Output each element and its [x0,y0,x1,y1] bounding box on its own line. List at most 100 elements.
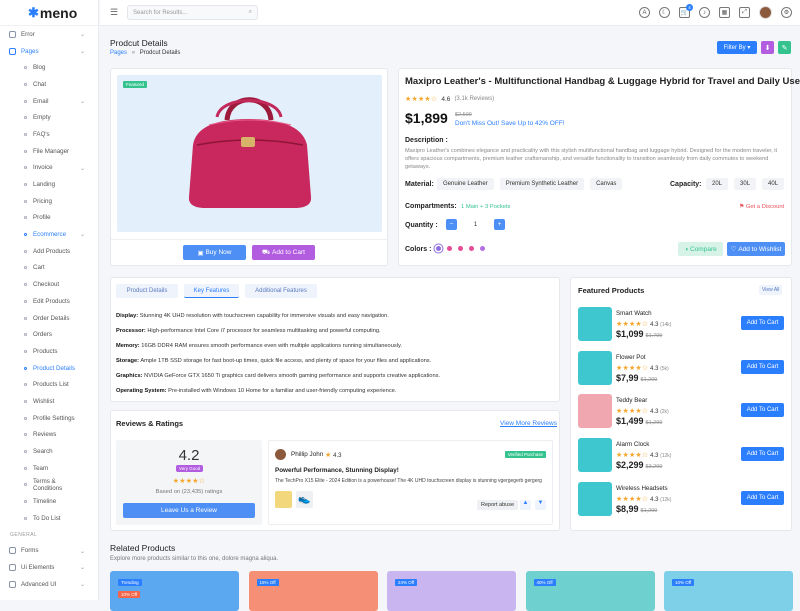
compare-button[interactable]: ◑ Compare [678,242,723,256]
color-swatch[interactable] [469,246,474,251]
sidebar-item-profile[interactable]: Profile [0,210,98,227]
cart-icon[interactable]: 🛒 4 [679,4,693,18]
add-to-cart-button[interactable]: ⛟ Add to Cart [252,245,315,260]
featured-product-name[interactable]: Alarm Clock [616,441,649,448]
quantity-decrease-button[interactable]: − [446,219,457,230]
review-photo[interactable]: 👟 [296,491,313,508]
featured-product-image[interactable] [578,394,612,429]
sidebar-item-products[interactable]: Products [0,343,98,360]
search-input[interactable]: Search for Results... ⌕ [127,5,258,20]
sidebar-item-ui-elements[interactable]: Ui Elements ⌄ [0,559,98,576]
view-more-reviews-link[interactable]: View More Reviews [500,420,557,427]
add-to-cart-button[interactable]: Add To Cart [741,359,784,374]
featured-product-image[interactable] [578,350,612,385]
featured-product-image[interactable] [578,481,612,516]
related-product-card[interactable]: 10% Off [664,571,793,611]
sidebar-item-search[interactable]: Search [0,443,98,460]
material-option[interactable]: Genuine Leather [437,178,494,190]
gear-icon[interactable]: ⚙ [781,7,792,18]
sidebar-item-products-list[interactable]: Products List [0,376,98,393]
language-icon[interactable]: A [639,7,650,18]
color-swatch[interactable] [458,246,463,251]
sidebar-item-empty[interactable]: Empty [0,109,98,126]
breadcrumb-parent[interactable]: Pages [110,50,127,56]
sidebar-item-advanced-ui[interactable]: Advanced UI ⌄ [0,576,98,593]
sidebar-item-wishlist[interactable]: Wishlist [0,393,98,410]
spec-value: Pre-installed with Windows 10 Home for a… [168,388,397,394]
add-to-cart-button[interactable]: Add To Cart [741,316,784,330]
sidebar-item-order-details[interactable]: Order Details [0,310,98,327]
sidebar-item-reviews[interactable]: Reviews [0,427,98,444]
color-swatch[interactable] [436,246,441,251]
sidebar-item-checkout[interactable]: Checkout [0,276,98,293]
brand-logo[interactable]: ✱ meno [0,0,98,26]
sidebar-item-to-do-list[interactable]: To Do List [0,510,98,527]
sidebar-item-error[interactable]: Error ⌄ [0,26,98,43]
leave-review-button[interactable]: Leave Us a Review [123,503,255,518]
tab-key-features[interactable]: Key Features [184,284,239,298]
featured-product-image[interactable] [578,307,612,341]
report-abuse-button[interactable]: Report abuse [477,500,519,510]
sidebar-item-ecommerce[interactable]: Ecommerce ⌄ [0,226,98,243]
view-all-button[interactable]: View All [759,285,783,295]
sidebar-item-product-details[interactable]: Product Details [0,360,98,377]
fullscreen-icon[interactable]: ⤢ [739,7,750,18]
featured-product-name[interactable]: Wireless Headsets [616,485,668,492]
featured-product-image[interactable] [578,438,612,473]
sidebar-item-edit-products[interactable]: Edit Products [0,293,98,310]
material-option[interactable]: Canvas [590,178,623,190]
color-swatch[interactable] [480,246,485,251]
sidebar-item-blog[interactable]: Blog [0,59,98,76]
sidebar-item-email[interactable]: Email ⌄ [0,93,98,110]
thumbs-up-icon[interactable]: ▲ [520,500,531,510]
related-product-card[interactable]: 24% Off [387,571,516,611]
featured-product-name[interactable]: Flower Pot [616,354,646,361]
capacity-option[interactable]: 30L [734,178,757,190]
color-swatch[interactable] [447,246,452,251]
capacity-option[interactable]: 20L [706,178,729,190]
sidebar-item-pricing[interactable]: Pricing [0,193,98,210]
sidebar-item-orders[interactable]: Orders [0,326,98,343]
sidebar-item-team[interactable]: Team [0,460,98,477]
tab-product-details[interactable]: Product Details [116,284,178,298]
related-product-card[interactable]: 15% Off [248,571,378,611]
discount-link[interactable]: ⚑ Get a Discount [739,204,784,210]
edit-button[interactable]: ✎ [778,41,791,54]
quantity-increase-button[interactable]: + [494,219,505,230]
capacity-option[interactable]: 40L [762,178,785,190]
sidebar-item-terms-conditions[interactable]: Terms & Conditions [0,477,98,494]
avatar[interactable] [759,6,772,19]
filter-button[interactable]: Filter By ▾ [717,41,757,54]
sidebar-item-add-products[interactable]: Add Products [0,243,98,260]
rating-value: 4.6 [441,95,451,103]
quantity-input[interactable]: 1 [457,222,494,228]
sidebar-item-landing[interactable]: Landing [0,176,98,193]
featured-product-name[interactable]: Teddy Bear [616,397,647,404]
review-photo[interactable] [275,491,292,508]
buy-now-button[interactable]: ▣ Buy Now [183,245,246,260]
moon-icon[interactable]: ☾ [659,7,670,18]
sidebar-item-profile-settings[interactable]: Profile Settings [0,410,98,427]
bell-icon[interactable]: ♪ [699,7,710,18]
related-product-card[interactable]: Trending 10% Off [110,571,239,611]
add-to-cart-button[interactable]: Add To Cart [741,490,784,505]
sidebar-item-cart[interactable]: Cart [0,260,98,277]
related-product-card[interactable]: 40% Off [525,571,655,611]
thumbs-down-icon[interactable]: ▼ [535,500,546,510]
add-to-cart-button[interactable]: Add To Cart [741,403,784,418]
menu-toggle-icon[interactable]: ☰ [110,7,120,18]
material-option[interactable]: Premium Synthetic Leather [499,178,585,190]
download-button[interactable]: ⬇ [761,41,774,54]
sidebar-item-pages[interactable]: Pages ⌄ [0,43,98,60]
sidebar-item-faq-s[interactable]: FAQ's [0,126,98,143]
apps-icon[interactable]: ▦ [719,7,730,18]
sidebar-item-timeline[interactable]: Timeline [0,493,98,510]
tab-additional-features[interactable]: Additional Features [245,284,317,298]
add-to-wishlist-button[interactable]: ♡ Add to Wishlist [727,242,785,256]
featured-product-name[interactable]: Smart Watch [616,310,652,317]
sidebar-item-forms[interactable]: Forms ⌄ [0,543,98,560]
sidebar-item-invoice[interactable]: Invoice ⌄ [0,160,98,177]
sidebar-item-chat[interactable]: Chat [0,76,98,93]
sidebar-item-file-manager[interactable]: File Manager [0,143,98,160]
add-to-cart-button[interactable]: Add To Cart [741,447,784,462]
